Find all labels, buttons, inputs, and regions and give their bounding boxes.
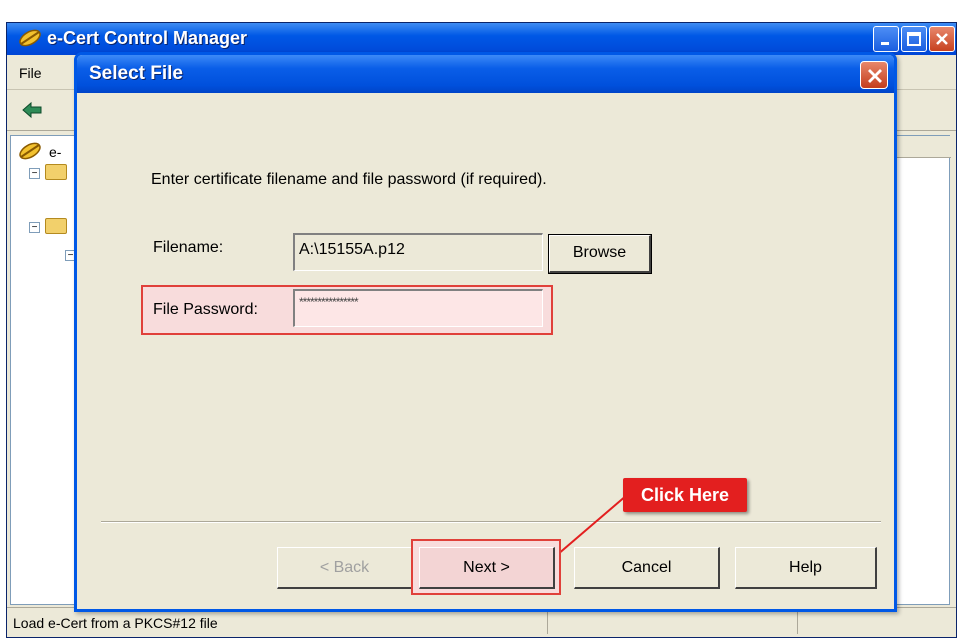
separator — [101, 521, 881, 523]
browse-button[interactable]: Browse — [548, 234, 652, 274]
dialog-title: Select File — [89, 63, 183, 84]
back-button[interactable]: < Back — [277, 547, 413, 589]
maximize-button[interactable] — [901, 26, 927, 52]
tree-expander[interactable]: − — [29, 168, 40, 179]
password-label: File Password: — [153, 301, 258, 318]
dialog-titlebar[interactable]: Select File — [77, 55, 894, 93]
status-text: Load e-Cert from a PKCS#12 file — [13, 615, 218, 631]
tree-root-label[interactable]: e- — [49, 144, 61, 160]
column-header — [891, 136, 951, 158]
callout-pointer-line — [556, 494, 628, 556]
close-icon — [936, 33, 948, 45]
app-icon — [17, 26, 43, 55]
status-divider — [797, 612, 798, 634]
folder-icon — [45, 164, 67, 180]
close-icon — [868, 69, 882, 83]
minimize-button[interactable] — [873, 26, 899, 52]
next-button[interactable]: Next > — [419, 547, 555, 589]
instruction-text: Enter certificate filename and file pass… — [151, 171, 547, 188]
main-window-title: e-Cert Control Manager — [47, 28, 248, 48]
dialog-close-button[interactable] — [860, 61, 888, 89]
filename-label: Filename: — [153, 239, 224, 256]
maximize-icon — [907, 32, 921, 46]
app-icon — [17, 140, 43, 167]
cancel-button[interactable]: Cancel — [574, 547, 720, 589]
menu-file[interactable]: File — [19, 65, 42, 81]
status-divider — [547, 612, 548, 634]
folder-icon — [45, 218, 67, 234]
select-file-dialog: Select File Enter certificate filename a… — [74, 52, 897, 612]
help-button[interactable]: Help — [735, 547, 877, 589]
back-arrow-icon[interactable] — [21, 100, 43, 125]
password-field[interactable]: **************** — [293, 289, 543, 327]
main-titlebar[interactable]: e-Cert Control Manager — [7, 23, 956, 55]
filename-field[interactable]: A:\15155A.p12 — [293, 233, 543, 271]
tree-expander[interactable]: − — [29, 222, 40, 233]
main-close-button[interactable] — [929, 26, 955, 52]
minimize-icon — [881, 42, 889, 45]
click-here-callout: Click Here — [623, 478, 747, 512]
